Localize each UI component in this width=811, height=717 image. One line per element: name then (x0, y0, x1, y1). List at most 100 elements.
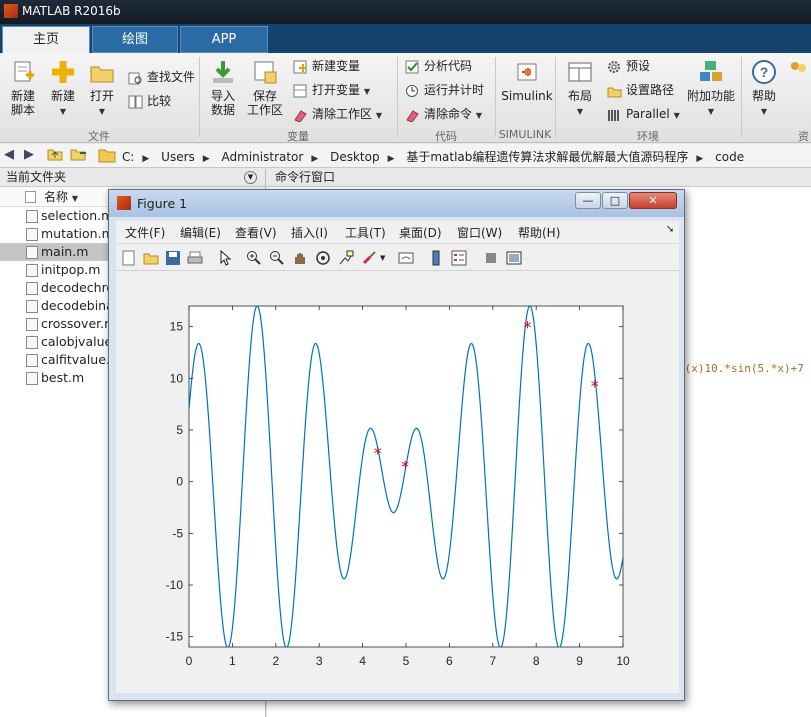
analyze-code-button[interactable]: 分析代码 (405, 57, 472, 75)
clear-commands-button[interactable]: 清除命令 ▼ (405, 105, 482, 123)
compare-button[interactable]: 比较 (128, 92, 171, 110)
menu-file[interactable]: 文件(F) (125, 224, 165, 241)
link-plot-icon[interactable] (398, 250, 414, 266)
legend-icon[interactable] (451, 250, 467, 266)
open-variable-button[interactable]: 打开变量 ▼ (293, 81, 370, 99)
simulink-button[interactable]: Simulink (501, 59, 553, 103)
breadcrumb-code[interactable]: code (715, 150, 744, 164)
m-file-icon (26, 318, 38, 331)
tab-apps[interactable]: APP (180, 26, 268, 53)
line-chart[interactable]: 0 1 2 3 4 5 6 7 8 9 10 -15 -10 -5 0 5 10 15 * * * * (116, 271, 679, 693)
new-figure-icon[interactable] (121, 250, 137, 266)
zoom-in-icon[interactable] (246, 250, 262, 266)
file-name: best.m (41, 370, 85, 385)
help-icon: ? (752, 60, 776, 84)
save-workspace-line1: 保存 (252, 89, 277, 103)
plot-area (188, 305, 624, 648)
breadcrumb-drive[interactable]: C: (122, 150, 134, 164)
addons-button[interactable]: 附加功能 ▼ (686, 59, 736, 119)
menu-insert[interactable]: 插入(I) (291, 224, 328, 241)
save-workspace-button[interactable]: 保存 工作区 (245, 59, 285, 117)
brush-icon[interactable] (361, 250, 377, 266)
m-file-icon (26, 300, 38, 313)
y-tick-label: 5 (176, 423, 183, 437)
run-and-time-button[interactable]: 运行并计时 (405, 81, 484, 99)
layout-button[interactable]: 布局 ▼ (563, 59, 597, 119)
show-plot-tools-icon[interactable] (506, 250, 522, 266)
open-label: 打开 (89, 89, 114, 103)
clear-workspace-label: 清除工作区 (312, 107, 373, 121)
import-data-line2: 数据 (210, 103, 235, 117)
simulink-icon (517, 63, 537, 81)
data-point-marker: * (401, 457, 409, 476)
m-file-icon (26, 372, 38, 385)
breadcrumb-users[interactable]: Users (161, 150, 195, 164)
forward-arrow-icon[interactable]: ▶ (24, 147, 34, 162)
matlab-figure-icon (117, 196, 131, 210)
dock-arrow-icon[interactable]: ➘ (666, 224, 674, 235)
menu-window[interactable]: 窗口(W) (457, 224, 502, 241)
preferences-button[interactable]: 预设 (607, 57, 650, 75)
x-tick-label: 7 (489, 654, 496, 668)
save-icon[interactable] (165, 250, 181, 266)
import-data-button[interactable]: 导入 数据 (206, 59, 240, 117)
pan-hand-icon[interactable] (292, 250, 308, 266)
print-icon[interactable] (187, 250, 203, 266)
x-tick-label: 8 (533, 654, 540, 668)
menu-desktop[interactable]: 桌面(D) (399, 224, 442, 241)
menu-edit[interactable]: 编辑(E) (180, 224, 221, 241)
menu-tools[interactable]: 工具(T) (345, 224, 386, 241)
breadcrumb-project[interactable]: 基于matlab编程遗传算法求解最优解最大值源码程序 (406, 150, 688, 164)
maximize-button[interactable]: □ (602, 192, 628, 209)
back-arrow-icon[interactable]: ◀ (4, 147, 14, 162)
tab-home[interactable]: 主页 (2, 26, 90, 53)
clear-workspace-button[interactable]: 清除工作区 ▼ (293, 105, 382, 123)
hide-plot-tools-icon[interactable] (483, 250, 499, 266)
brush-dropdown-icon[interactable]: ▼ (380, 254, 396, 270)
tab-plots[interactable]: 绘图 (92, 26, 178, 53)
new-button[interactable]: 新建 ▼ (47, 59, 79, 119)
colorbar-icon[interactable] (428, 250, 444, 266)
save-workspace-line2: 工作区 (246, 103, 283, 117)
browse-folder-icon[interactable] (70, 147, 88, 165)
open-file-icon[interactable] (143, 250, 159, 266)
data-point-marker: * (374, 444, 382, 463)
close-button[interactable]: ✕ (629, 192, 677, 209)
minimize-button[interactable]: — (575, 192, 601, 209)
layout-icon (568, 62, 592, 82)
breadcrumb-desktop[interactable]: Desktop (330, 150, 380, 164)
data-point-marker: * (591, 377, 599, 396)
group-divider (555, 57, 556, 137)
community-icon[interactable] (788, 59, 808, 79)
set-path-button[interactable]: 设置路径 (607, 81, 674, 99)
panel-menu-icon[interactable]: ▼ (244, 171, 257, 184)
up-folder-icon[interactable] (47, 147, 63, 165)
find-files-label: 查找文件 (147, 70, 196, 84)
rotate-3d-icon[interactable] (315, 250, 331, 266)
new-script-button[interactable]: 新建 脚本 (6, 59, 40, 117)
zoom-out-icon[interactable] (269, 250, 285, 266)
group-label-environment: 环境 (637, 130, 659, 143)
breadcrumb-administrator[interactable]: Administrator (222, 150, 304, 164)
analyze-code-label: 分析代码 (424, 59, 473, 73)
find-files-button[interactable]: 查找文件 (128, 68, 195, 86)
new-variable-button[interactable]: 新建变量 (293, 57, 360, 75)
figure-title-bar[interactable]: Figure 1 — □ ✕ (109, 190, 684, 217)
figure-window[interactable]: Figure 1 — □ ✕ 文件(F) 编辑(E) 查看(V) 插入(I) 工… (108, 189, 685, 701)
menu-view[interactable]: 查看(V) (235, 224, 277, 241)
x-tick-label: 6 (446, 654, 453, 668)
parallel-button[interactable]: Parallel ▼ (607, 105, 680, 123)
help-button[interactable]: ? 帮助 ▼ (748, 59, 780, 119)
pointer-icon[interactable] (217, 250, 233, 266)
open-button[interactable]: 打开 ▼ (86, 59, 118, 119)
group-divider (199, 57, 200, 137)
y-tick-label: -10 (166, 578, 184, 592)
data-cursor-icon[interactable] (338, 250, 354, 266)
file-type-column-icon (25, 191, 36, 203)
menu-help[interactable]: 帮助(H) (518, 224, 560, 241)
new-variable-label: 新建变量 (312, 59, 361, 73)
y-tick-label: 0 (176, 475, 183, 489)
new-script-line2: 脚本 (10, 103, 35, 117)
file-name: main.m (41, 244, 89, 259)
folder-open-icon (90, 66, 114, 83)
